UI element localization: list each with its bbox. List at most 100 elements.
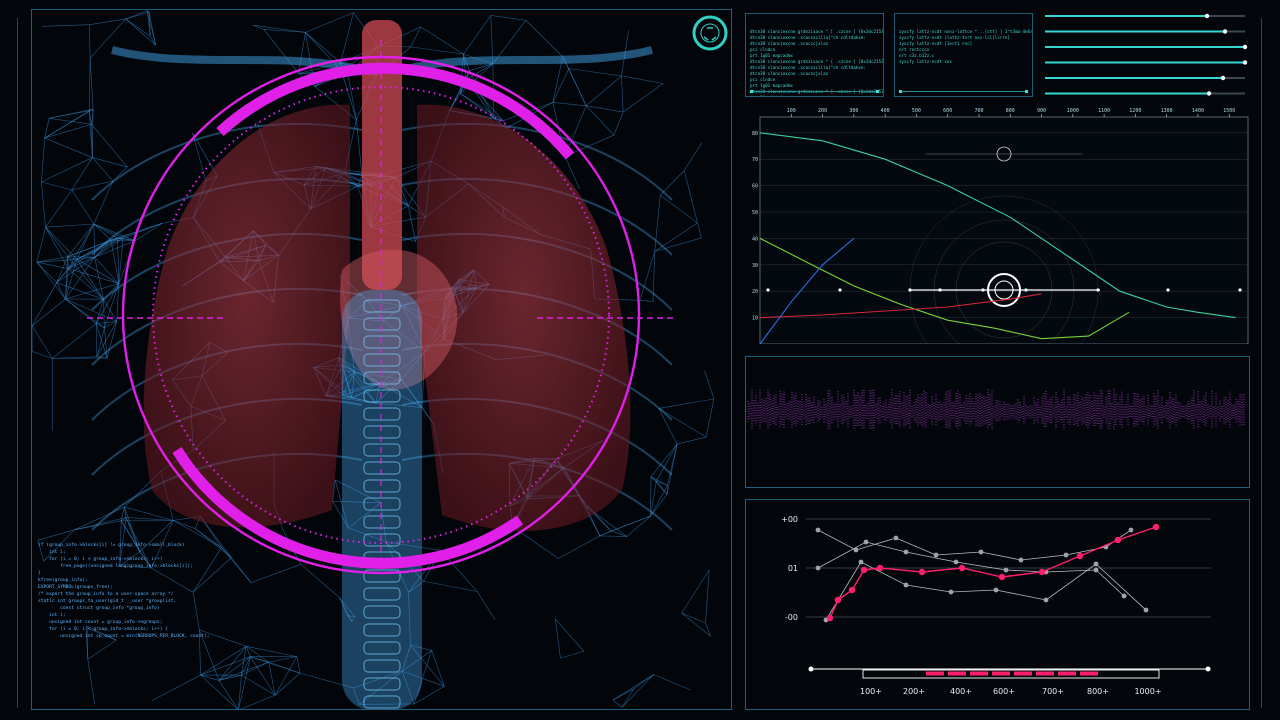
slider-handle[interactable]	[1220, 75, 1226, 81]
x-tick-label: 500	[912, 108, 921, 114]
x-tick-label: 1300	[1161, 108, 1173, 114]
terminal-line: dtcn38 cdztadsz:	[750, 95, 879, 96]
slider-handle[interactable]	[1204, 13, 1210, 19]
grey-point	[993, 587, 999, 593]
y-tick-label: 20	[752, 289, 758, 295]
y-tick-label: 40	[752, 236, 758, 242]
pink-point	[860, 566, 868, 574]
lower-x-label: 100+	[860, 687, 882, 696]
right-edge-line	[1261, 18, 1262, 708]
code-line: int i;	[38, 613, 66, 618]
grey-point	[1093, 567, 1099, 573]
y-tick-label: 70	[752, 157, 758, 163]
terminal-marker	[1025, 90, 1028, 93]
lower-y-label: -00	[785, 613, 798, 622]
x-tick-label: 600	[943, 108, 952, 114]
pink-point	[1076, 552, 1084, 560]
lower-x-label: 700+	[1042, 687, 1064, 696]
scatter-line-chart: +00 01 -00 100+ 200+ 400+ 600+ 700+ 800+ 1000+	[781, 515, 1211, 696]
pink-point	[848, 586, 856, 594]
x-tick-label: 1100	[1098, 108, 1110, 114]
range-window[interactable]	[862, 669, 1160, 679]
terminal-window-2: zyxcfy lattz-ncdt nxnz-lattce ^ ..[ctt] …	[894, 13, 1033, 97]
code-line: }	[38, 571, 41, 576]
grey-point	[1003, 567, 1009, 573]
pink-point	[958, 564, 966, 572]
y-tick-label: 10	[752, 316, 758, 322]
slider-handle[interactable]	[1222, 29, 1228, 34]
x-tick-label: 900	[1037, 108, 1046, 114]
code-line: if (group_info->blocks[i] != group_info-…	[38, 543, 185, 548]
pink-point	[826, 614, 834, 622]
grey-point	[903, 549, 909, 555]
code-line: /* export the group_info to a user-space…	[38, 592, 174, 597]
grey-series-0	[817, 529, 1132, 561]
lower-x-label: 1000+	[1134, 687, 1161, 696]
grey-point	[1043, 597, 1049, 603]
pink-point	[834, 596, 842, 604]
y-tick-label: 50	[752, 210, 758, 216]
code-line: EXPORT_SYMBOL(groups_free);	[38, 585, 113, 590]
terminal-marker	[876, 90, 879, 93]
range-segment	[948, 671, 966, 676]
pink-point	[1152, 523, 1160, 531]
grey-point	[1063, 552, 1069, 558]
trachea	[362, 20, 402, 290]
code-line: kfree(group_info);	[38, 578, 88, 583]
slider-group	[1045, 13, 1248, 96]
slider-handle[interactable]	[1206, 91, 1212, 96]
scan-target-icon[interactable]	[692, 15, 728, 51]
left-lung	[143, 104, 350, 528]
x-tick-label: 1000	[1067, 108, 1079, 114]
x-tick-label: 300	[849, 108, 858, 114]
pink-series	[829, 526, 1157, 619]
grey-point	[933, 552, 939, 558]
waveform-panel	[745, 356, 1250, 488]
lower-x-label: 600+	[993, 687, 1015, 696]
pink-point	[998, 573, 1006, 581]
code-line: for (i = 0; i < group_info->nblocks; i++…	[38, 627, 168, 632]
y-tick-label: 60	[752, 184, 758, 190]
grey-point	[1018, 557, 1024, 563]
lower-y-label: 01	[788, 564, 798, 573]
grey-point	[1128, 527, 1134, 533]
code-line: free_page((unsigned long)group_info->blo…	[38, 564, 193, 569]
range-handle-left[interactable]	[808, 666, 814, 672]
x-tick-label: 200	[818, 108, 827, 114]
code-line: static int groups_to_user(gid_t __user *…	[38, 599, 177, 604]
grey-point	[863, 539, 869, 545]
grey-point	[815, 527, 821, 533]
spine	[342, 290, 422, 709]
range-segment	[926, 671, 944, 676]
pink-point	[1114, 536, 1122, 544]
pink-point	[918, 568, 926, 576]
waveform-signal	[747, 389, 1245, 430]
x-tick-label: 1400	[1192, 108, 1204, 114]
lower-x-label: 400+	[950, 687, 972, 696]
lung-scan-panel: if (group_info->blocks[i] != group_info-…	[31, 9, 732, 710]
range-segment	[1058, 671, 1076, 676]
grey-point	[948, 589, 954, 595]
terminal-progress-bar	[750, 91, 879, 92]
x-tick-label: 1200	[1129, 108, 1141, 114]
y-tick-label: 30	[752, 263, 758, 269]
code-line: const struct group_info *group_info)	[38, 606, 160, 611]
code-line: unsigned int count = group_info->ngroups…	[38, 620, 163, 625]
range-segment	[1014, 671, 1032, 676]
grey-point	[1093, 561, 1099, 567]
grey-point	[893, 535, 899, 541]
source-code-overlay: if (group_info->blocks[i] != group_info-…	[38, 542, 209, 640]
grey-point	[953, 559, 959, 565]
range-segment	[992, 671, 1010, 676]
code-line: int i;	[38, 550, 66, 555]
range-segment	[1036, 671, 1054, 676]
terminal-window-1: dtcn38 slanciexcne grdnzixace ^ [ .czcne…	[745, 13, 884, 97]
range-handle-right[interactable]	[1205, 666, 1211, 672]
grey-point	[903, 582, 909, 588]
pink-point	[876, 564, 884, 572]
lower-x-label: 800+	[1087, 687, 1109, 696]
terminal-marker	[899, 90, 902, 93]
slider-handle[interactable]	[1242, 44, 1248, 50]
range-segment	[1080, 671, 1098, 676]
slider-handle[interactable]	[1242, 60, 1248, 65]
